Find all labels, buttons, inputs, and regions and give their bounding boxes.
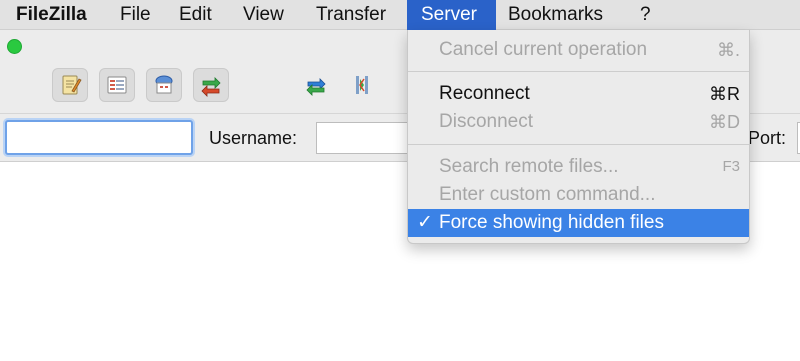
- host-input[interactable]: [5, 120, 193, 155]
- username-input[interactable]: [316, 122, 416, 154]
- menu-item-label: Force showing hidden files: [439, 212, 664, 233]
- menu-view[interactable]: View: [233, 0, 294, 30]
- menu-bookmarks[interactable]: Bookmarks: [498, 0, 613, 30]
- menu-transfer[interactable]: Transfer: [306, 0, 396, 30]
- menu-item-label: Enter custom command...: [439, 184, 656, 205]
- refresh-button[interactable]: [298, 68, 334, 102]
- menu-server[interactable]: Server: [407, 0, 496, 30]
- menu-item-label: Cancel current operation: [439, 39, 648, 60]
- toggle-message-log-icon: [105, 73, 129, 97]
- menu-item-shortcut: F3: [722, 158, 740, 175]
- menu-item-label: Reconnect: [439, 83, 530, 104]
- menu-separator: [408, 71, 749, 72]
- menu-item-shortcut: ⌘R: [709, 84, 740, 104]
- toggle-remote-tree-icon: [152, 73, 176, 97]
- menu-item-label: Search remote files...: [439, 156, 619, 177]
- menu-app-name[interactable]: FileZilla: [6, 0, 97, 30]
- process-queue-button[interactable]: [344, 68, 380, 102]
- menu-item-shortcut: ⌘D: [709, 112, 740, 132]
- menu-item-disconnect[interactable]: Disconnect ⌘D: [408, 108, 749, 136]
- menu-item-custom-command[interactable]: Enter custom command...: [408, 181, 749, 209]
- menu-item-shortcut: ⌘.: [716, 40, 740, 60]
- server-menu-dropdown: Cancel current operation ⌘. Reconnect ⌘R…: [407, 30, 750, 244]
- process-queue-icon: [350, 73, 374, 97]
- menu-item-cancel-operation[interactable]: Cancel current operation ⌘.: [408, 36, 749, 64]
- menu-item-force-hidden-files[interactable]: ✓ Force showing hidden files: [408, 209, 749, 237]
- menu-bar: FileZilla File Edit View Transfer Server…: [0, 0, 800, 30]
- window-zoom-button[interactable]: [7, 39, 22, 54]
- menu-separator: [408, 144, 749, 145]
- menu-item-label: Disconnect: [439, 111, 533, 132]
- site-manager-button[interactable]: [52, 68, 88, 102]
- menu-help[interactable]: ?: [630, 0, 661, 30]
- port-label: Port:: [748, 128, 787, 148]
- toggle-message-log-button[interactable]: [99, 68, 135, 102]
- menu-item-reconnect[interactable]: Reconnect ⌘R: [408, 80, 749, 108]
- menu-file[interactable]: File: [110, 0, 161, 30]
- username-label: Username:: [209, 128, 298, 148]
- toggle-transfer-queue-icon: [199, 73, 223, 97]
- site-manager-icon: [58, 73, 82, 97]
- menu-item-search-remote-files[interactable]: Search remote files... F3: [408, 153, 749, 181]
- checkmark-icon: ✓: [417, 212, 433, 233]
- menu-edit[interactable]: Edit: [169, 0, 222, 30]
- toggle-remote-tree-button[interactable]: [146, 68, 182, 102]
- refresh-icon: [304, 73, 328, 97]
- toggle-transfer-queue-button[interactable]: [193, 68, 229, 102]
